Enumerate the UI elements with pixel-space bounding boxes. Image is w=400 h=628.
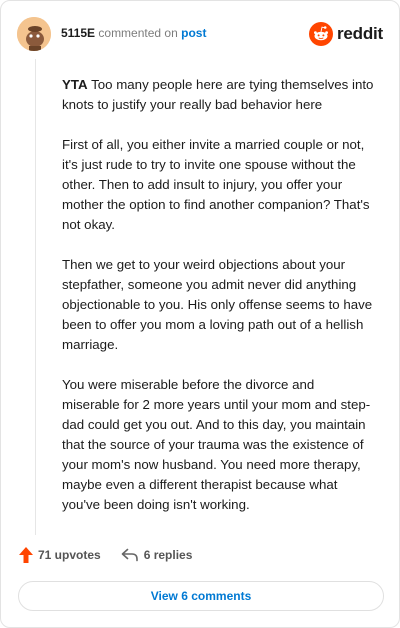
username[interactable]: 5115E bbox=[61, 26, 95, 40]
replies-button[interactable]: 6 replies bbox=[121, 548, 193, 562]
reddit-alien-icon bbox=[308, 22, 333, 46]
comment-body: YTA Too many people here are tying thems… bbox=[62, 75, 374, 535]
post-link[interactable]: post bbox=[181, 26, 206, 40]
comment-actions: 71 upvotes 6 replies bbox=[19, 545, 192, 565]
comment-paragraph: YTA Too many people here are tying thems… bbox=[62, 75, 374, 115]
comment-paragraph: Then we get to your weird objections abo… bbox=[62, 257, 373, 352]
replies-count: 6 replies bbox=[143, 548, 193, 562]
brand-wordmark: reddit bbox=[336, 24, 383, 43]
comment-first-line: Too many people here are tying themselve… bbox=[62, 77, 374, 112]
comment-card: 5115E commented on post reddit YTA Too m… bbox=[0, 0, 400, 628]
byline-action: commented on bbox=[98, 26, 178, 40]
upvote-count: 71 upvotes bbox=[38, 548, 101, 562]
view-comments-button[interactable]: View 6 comments bbox=[18, 581, 384, 611]
upvote-button[interactable]: 71 upvotes bbox=[19, 547, 101, 563]
comment-header: 5115E commented on post reddit bbox=[17, 17, 383, 51]
upvote-arrow-icon bbox=[19, 547, 33, 563]
comment-paragraph: First of all, you either invite a marrie… bbox=[62, 137, 370, 232]
comment-paragraph: You were miserable before the divorce an… bbox=[62, 377, 371, 512]
reply-arrow-icon bbox=[121, 548, 138, 562]
verdict-label: YTA bbox=[62, 77, 88, 92]
snoo-avatar-icon bbox=[17, 17, 51, 51]
byline: 5115E commented on post bbox=[61, 26, 206, 40]
reddit-logo[interactable]: reddit bbox=[308, 21, 383, 47]
thread-line[interactable] bbox=[35, 59, 36, 535]
user-avatar[interactable] bbox=[17, 17, 51, 51]
